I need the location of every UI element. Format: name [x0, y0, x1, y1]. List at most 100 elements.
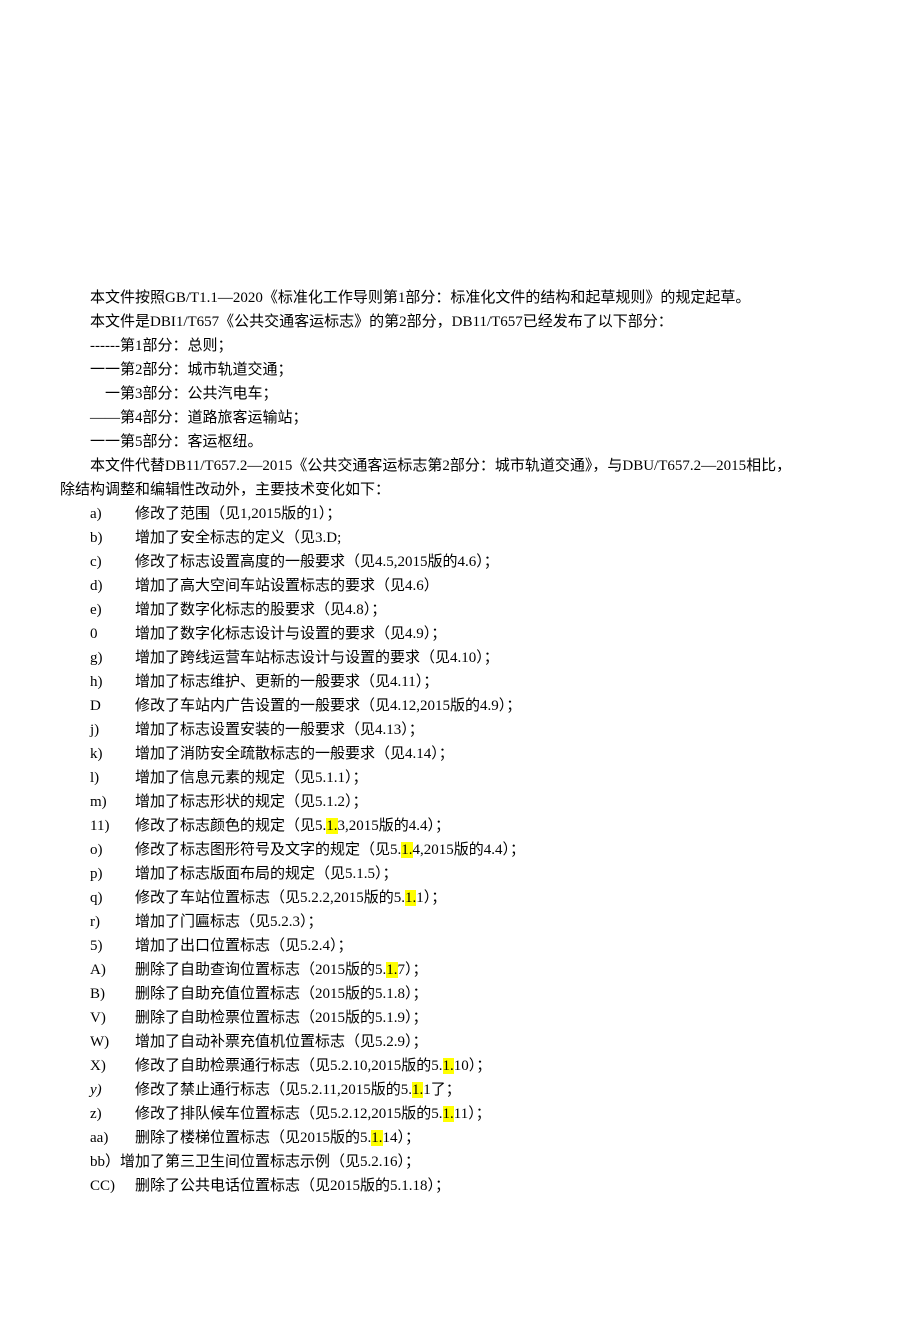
list-content: 增加了跨线运营车站标志设计与设置的要求（见4.10）；: [135, 646, 860, 670]
list-content: 增加了出口位置标志（见5.2.4）；: [135, 934, 860, 958]
list-content: 增加了标志形状的规定（见5.1.2）；: [135, 790, 860, 814]
list-marker: bb）: [90, 1150, 120, 1174]
list-content: 增加了数字化标志的股要求（见4.8）；: [135, 598, 860, 622]
list-content: 修改了标志设置高度的一般要求（见4.5,2015版的4.6）；: [135, 550, 860, 574]
list-item: bb）增加了第三卫生间位置标志示例（见5.2.16）；: [60, 1150, 860, 1174]
list-marker: e): [90, 598, 135, 622]
list-marker: l): [90, 766, 135, 790]
list-content: 修改了禁止通行标志（见5.2.11,2015版的5.1.1了；: [135, 1078, 860, 1102]
list-marker: g): [90, 646, 135, 670]
list-item: d)增加了高大空间车站设置标志的要求（见4.6）: [60, 574, 860, 598]
list-marker: a): [90, 502, 135, 526]
list-marker: y): [90, 1078, 135, 1102]
highlight: 1.: [371, 1130, 382, 1146]
list-marker: aa): [90, 1126, 135, 1150]
highlight: 1.: [405, 890, 416, 906]
intro-line2: 本文件是DBI1/T657《公共交通客运标志》的第2部分，DB11/T657已经…: [60, 310, 860, 334]
list-marker: 11): [90, 814, 135, 838]
list-marker: p): [90, 862, 135, 886]
list-marker: 5): [90, 934, 135, 958]
list-text-post: 1了；: [423, 1082, 461, 1098]
list-item: j)增加了标志设置安装的一般要求（见4.13）；: [60, 718, 860, 742]
list-content: 删除了自助充值位置标志（2015版的5.1.8）；: [135, 982, 860, 1006]
list-item: q)修改了车站位置标志（见5.2.2,2015版的5.1.1）；: [60, 886, 860, 910]
list-item: l)增加了信息元素的规定（见5.1.1）；: [60, 766, 860, 790]
list-item: p)增加了标志版面布局的规定（见5.1.5）；: [60, 862, 860, 886]
list-text-post: 1）；: [416, 890, 446, 906]
list-marker: j): [90, 718, 135, 742]
list-text-pre: 修改了标志颜色的规定（见5.: [135, 818, 326, 834]
list-marker: c): [90, 550, 135, 574]
list-text-post: 14）；: [383, 1130, 421, 1146]
list-content: 增加了安全标志的定义（见3.D;: [135, 526, 860, 550]
intro-part2: 一一第2部分：城市轨道交通；: [60, 358, 860, 382]
highlight: 1.: [443, 1058, 454, 1074]
list-text-post: 7）；: [398, 962, 428, 978]
list-item: h)增加了标志维护、更新的一般要求（见4.11）；: [60, 670, 860, 694]
change-list: a)修改了范围（见1,2015版的1）；b)增加了安全标志的定义（见3.D;c)…: [60, 502, 860, 1198]
list-text-pre: 修改了车站位置标志（见5.2.2,2015版的5.: [135, 890, 405, 906]
list-marker: 0: [90, 622, 135, 646]
list-text-pre: 删除了自助查询位置标志（2015版的5.: [135, 962, 386, 978]
list-item: b)增加了安全标志的定义（见3.D;: [60, 526, 860, 550]
list-marker: B): [90, 982, 135, 1006]
list-content: 修改了车站内广告设置的一般要求（见4.12,2015版的4.9）；: [135, 694, 860, 718]
intro-part3: 一第3部分：公共汽电车；: [60, 382, 860, 406]
list-content: 增加了消防安全疏散标志的一般要求（见4.14）；: [135, 742, 860, 766]
list-item: z)修改了排队候车位置标志（见5.2.12,2015版的5.1.11）；: [60, 1102, 860, 1126]
list-item: y)修改了禁止通行标志（见5.2.11,2015版的5.1.1了；: [60, 1078, 860, 1102]
list-marker: A): [90, 958, 135, 982]
list-text-pre: 修改了标志图形符号及文字的规定（见5.: [135, 842, 401, 858]
list-item: aa)删除了楼梯位置标志（见2015版的5.1.14）；: [60, 1126, 860, 1150]
list-text-post: 10）；: [454, 1058, 492, 1074]
intro-replace1: 本文件代替DB11/T657.2—2015《公共交通客运标志第2部分：城市轨道交…: [60, 454, 860, 478]
list-item: k)增加了消防安全疏散标志的一般要求（见4.14）；: [60, 742, 860, 766]
list-content: 增加了自动补票充值机位置标志（见5.2.9）；: [135, 1030, 860, 1054]
list-item: B)删除了自助充值位置标志（2015版的5.1.8）；: [60, 982, 860, 1006]
list-marker: r): [90, 910, 135, 934]
list-content: 增加了高大空间车站设置标志的要求（见4.6）: [135, 574, 860, 598]
list-content: 删除了自助检票位置标志（2015版的5.1.9）；: [135, 1006, 860, 1030]
list-content: 增加了信息元素的规定（见5.1.1）；: [135, 766, 860, 790]
intro-line1: 本文件按照GB/T1.1—2020《标准化工作导则第1部分：标准化文件的结构和起…: [60, 286, 860, 310]
list-text-post: 11）；: [454, 1106, 491, 1122]
list-marker: V): [90, 1006, 135, 1030]
list-marker: z): [90, 1102, 135, 1126]
list-item: 5)增加了出口位置标志（见5.2.4）；: [60, 934, 860, 958]
list-item: e)增加了数字化标志的股要求（见4.8）；: [60, 598, 860, 622]
list-content: 修改了自助检票通行标志（见5.2.10,2015版的5.1.10）；: [135, 1054, 860, 1078]
document-page: 本文件按照GB/T1.1—2020《标准化工作导则第1部分：标准化文件的结构和起…: [0, 0, 920, 1318]
highlight: 1.: [401, 842, 412, 858]
list-item: a)修改了范围（见1,2015版的1）；: [60, 502, 860, 526]
highlight: 1.: [443, 1106, 454, 1122]
list-marker: q): [90, 886, 135, 910]
list-content: 增加了标志设置安装的一般要求（见4.13）；: [135, 718, 860, 742]
list-marker: D: [90, 694, 135, 718]
list-content: 修改了标志图形符号及文字的规定（见5.1.4,2015版的4.4）；: [135, 838, 860, 862]
list-text-post: 4,2015版的4.4）；: [413, 842, 526, 858]
list-marker: b): [90, 526, 135, 550]
list-item: o)修改了标志图形符号及文字的规定（见5.1.4,2015版的4.4）；: [60, 838, 860, 862]
list-text-pre: 修改了排队候车位置标志（见5.2.12,2015版的5.: [135, 1106, 443, 1122]
intro-replace2: 除结构调整和编辑性改动外，主要技术变化如下：: [60, 478, 860, 502]
list-item: r)增加了门匾标志（见5.2.3）；: [60, 910, 860, 934]
list-item: W)增加了自动补票充值机位置标志（见5.2.9）；: [60, 1030, 860, 1054]
list-marker: m): [90, 790, 135, 814]
list-marker: h): [90, 670, 135, 694]
highlight: 1.: [386, 962, 397, 978]
intro-part5: 一一第5部分：客运枢纽。: [60, 430, 860, 454]
list-marker: W): [90, 1030, 135, 1054]
list-content: 修改了排队候车位置标志（见5.2.12,2015版的5.1.11）；: [135, 1102, 860, 1126]
list-content: 增加了门匾标志（见5.2.3）；: [135, 910, 860, 934]
list-content: 修改了范围（见1,2015版的1）；: [135, 502, 860, 526]
list-item: c)修改了标志设置高度的一般要求（见4.5,2015版的4.6）；: [60, 550, 860, 574]
list-content: 增加了标志维护、更新的一般要求（见4.11）；: [135, 670, 860, 694]
list-item: CC)删除了公共电话位置标志（见2015版的5.1.18）；: [60, 1174, 860, 1198]
list-marker: k): [90, 742, 135, 766]
list-marker: CC): [90, 1174, 135, 1198]
list-item: g)增加了跨线运营车站标志设计与设置的要求（见4.10）；: [60, 646, 860, 670]
list-text-post: 3,2015版的4.4）；: [338, 818, 451, 834]
list-item: V)删除了自助检票位置标志（2015版的5.1.9）；: [60, 1006, 860, 1030]
intro-part1: ------第1部分：总则；: [60, 334, 860, 358]
list-content: 修改了标志颜色的规定（见5.1.3,2015版的4.4）；: [135, 814, 860, 838]
